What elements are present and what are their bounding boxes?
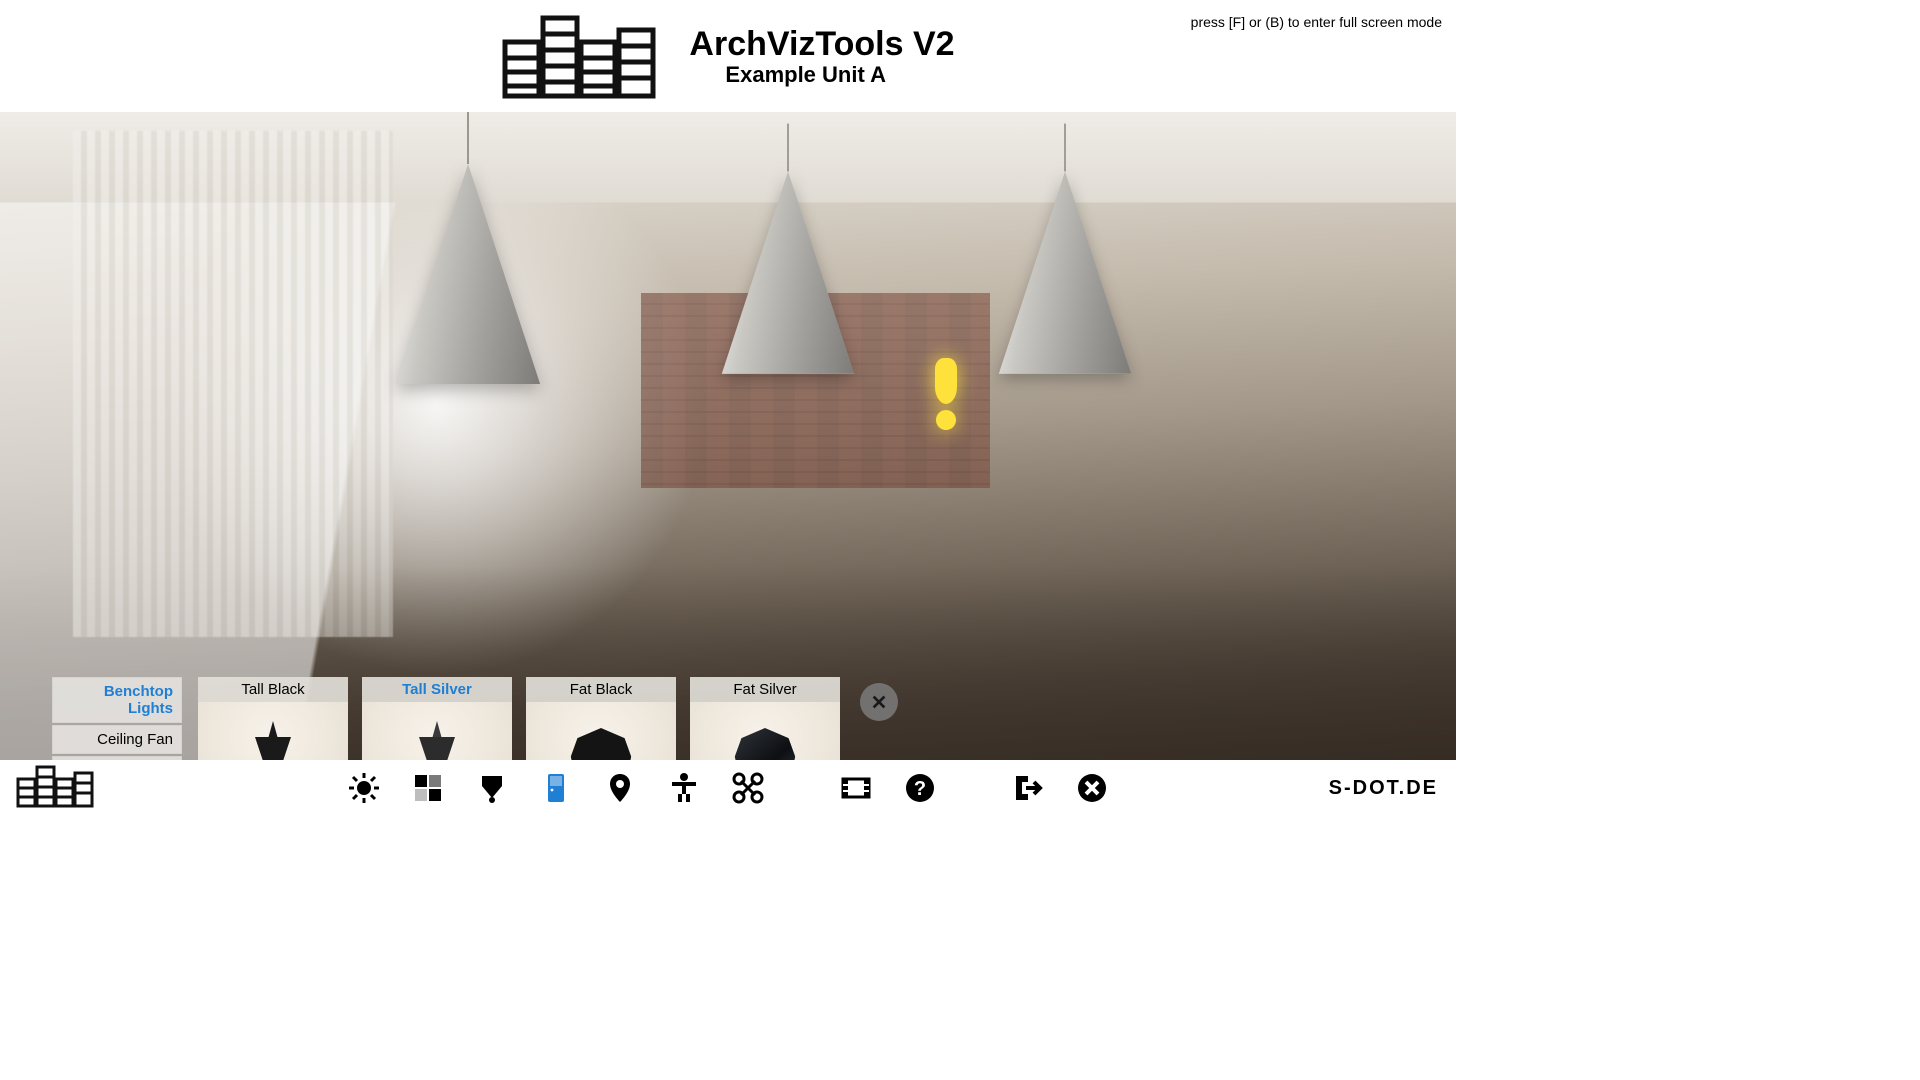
furniture-icon[interactable] <box>537 769 575 807</box>
drone-icon[interactable] <box>729 769 767 807</box>
option-title: Fat Black <box>526 677 676 702</box>
option-card[interactable]: Tall BlackP_TomDixon_Tall <box>198 677 348 760</box>
mini-logo-icon[interactable] <box>16 764 96 808</box>
brand-label: S-DOT.DE <box>1329 777 1438 800</box>
app-title: ArchVizTools V2 <box>689 25 954 64</box>
option-thumbnail <box>198 702 348 760</box>
option-card[interactable]: Fat SilverP_TomDixon_Fat <box>690 677 840 760</box>
option-row: Tall BlackP_TomDixon_TallTall SilverP_To… <box>198 677 898 760</box>
option-thumbnail <box>526 702 676 760</box>
close-options-button[interactable] <box>860 683 898 721</box>
sun-icon[interactable] <box>345 769 383 807</box>
exit-icon[interactable] <box>1009 769 1047 807</box>
category-list: Benchtop LightsCeiling FanDining ChairsF… <box>52 677 182 760</box>
category-item[interactable]: Benchtop Lights <box>52 677 182 723</box>
bottom-toolbar: ? S-DOT.DE <box>0 760 1456 816</box>
help-icon[interactable]: ? <box>901 769 939 807</box>
option-card[interactable]: Fat BlackP_TomDixon_Fat <box>526 677 676 760</box>
option-title: Fat Silver <box>690 677 840 702</box>
category-item[interactable]: Ceiling Fan <box>52 725 182 754</box>
header-bar: ArchVizTools V2 Example Unit A press [F]… <box>0 0 1456 112</box>
option-card[interactable]: Tall SilverP_TomDixon_Tall <box>362 677 512 760</box>
close-icon[interactable] <box>1073 769 1111 807</box>
person-icon[interactable] <box>665 769 703 807</box>
film-icon[interactable] <box>837 769 875 807</box>
scene-marker-icon <box>932 358 960 428</box>
option-title: Tall Silver <box>362 677 512 702</box>
option-thumbnail <box>362 702 512 760</box>
scene-subtitle: Example Unit A <box>725 62 954 88</box>
svg-text:?: ? <box>914 778 926 800</box>
scene-viewport[interactable]: Benchtop LightsCeiling FanDining ChairsF… <box>0 112 1456 760</box>
location-icon[interactable] <box>601 769 639 807</box>
fullscreen-hint: press [F] or (B) to enter full screen mo… <box>1191 14 1442 30</box>
option-thumbnail <box>690 702 840 760</box>
materials-icon[interactable] <box>409 769 447 807</box>
app-logo-icon <box>501 12 661 100</box>
option-title: Tall Black <box>198 677 348 702</box>
paint-icon[interactable] <box>473 769 511 807</box>
